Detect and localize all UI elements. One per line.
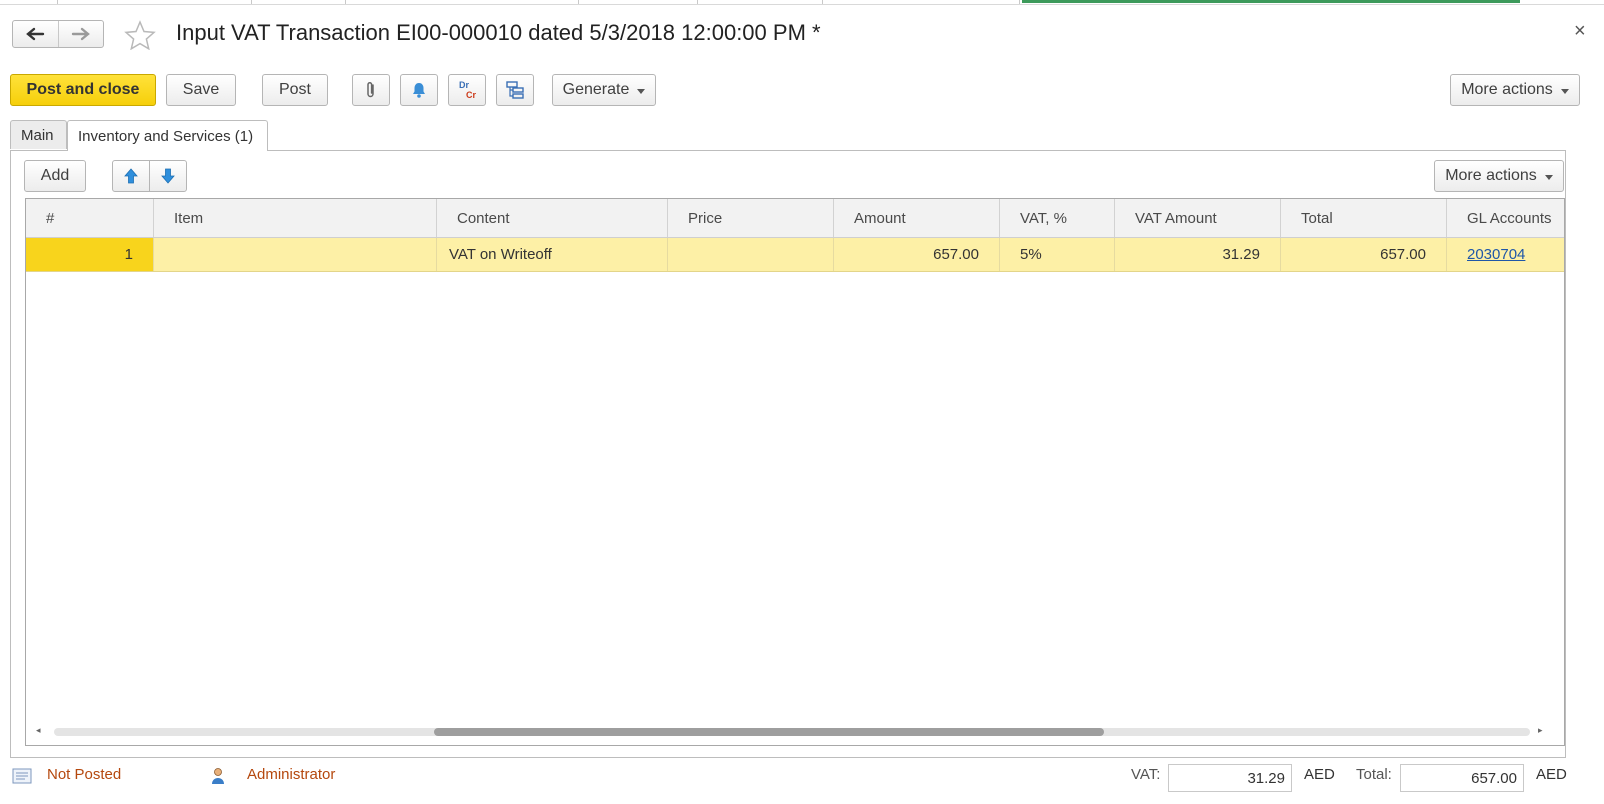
document-status-icon <box>12 768 32 784</box>
column-header-amount[interactable]: Amount <box>834 199 1000 237</box>
amount-cell[interactable]: 657.00 <box>834 238 1000 271</box>
more-actions-dropdown[interactable]: More actions <box>1450 74 1580 106</box>
price-cell[interactable] <box>668 238 834 271</box>
user-icon <box>212 768 224 784</box>
column-header-price[interactable]: Price <box>668 199 834 237</box>
horizontal-scrollbar[interactable]: ◂ ▸ <box>26 721 1564 743</box>
structure-button[interactable] <box>496 74 534 106</box>
save-button[interactable]: Save <box>166 74 236 106</box>
scroll-left-icon[interactable]: ◂ <box>36 725 41 736</box>
active-window-tab-indicator[interactable] <box>1022 0 1520 3</box>
vat-total-label: VAT: <box>1131 766 1161 783</box>
tab-main[interactable]: Main <box>10 120 67 149</box>
hierarchy-icon <box>506 81 524 99</box>
vat-rate-cell[interactable]: 5% <box>1000 238 1115 271</box>
bell-icon <box>413 83 425 98</box>
add-row-button[interactable]: Add <box>24 160 86 192</box>
column-header-content[interactable]: Content <box>437 199 668 237</box>
tab-inventory-and-services[interactable]: Inventory and Services (1) <box>67 120 268 151</box>
column-header-gl-accounts[interactable]: GL Accounts <box>1447 199 1564 237</box>
more-actions-label: More actions <box>1461 81 1553 98</box>
item-cell[interactable] <box>154 238 437 271</box>
chevron-down-icon <box>1560 88 1569 94</box>
column-header-number[interactable]: # <box>26 199 154 237</box>
row-number-cell[interactable]: 1 <box>26 238 154 271</box>
column-header-vat-amount[interactable]: VAT Amount <box>1115 199 1281 237</box>
vat-total-field: 31.29 <box>1168 764 1292 792</box>
total-currency: AED <box>1536 766 1567 783</box>
gl-account-link[interactable]: 2030704 <box>1467 246 1525 263</box>
arrow-right-icon <box>71 27 90 41</box>
chevron-down-icon <box>1544 174 1553 180</box>
column-header-item[interactable]: Item <box>154 199 437 237</box>
author-name: Administrator <box>247 766 336 783</box>
forward-button[interactable] <box>57 21 104 47</box>
inventory-table: # Item Content Price Amount VAT, % VAT A… <box>25 198 1565 746</box>
content-cell[interactable]: VAT on Writeoff <box>437 238 668 271</box>
reminder-button[interactable] <box>400 74 438 106</box>
column-header-vat-rate[interactable]: VAT, % <box>1000 199 1115 237</box>
grand-total-label: Total: <box>1356 766 1392 783</box>
cr-label: Cr <box>465 90 476 100</box>
grand-total-field: 657.00 <box>1400 764 1524 792</box>
gl-accounts-cell[interactable]: 2030704 <box>1447 238 1564 271</box>
scroll-right-icon[interactable]: ▸ <box>1538 725 1543 736</box>
back-button[interactable] <box>13 21 58 47</box>
generate-label: Generate <box>562 81 630 98</box>
arrow-left-icon <box>26 27 45 41</box>
arrow-up-icon <box>124 168 138 184</box>
post-and-close-button[interactable]: Post and close <box>10 74 156 106</box>
move-down-button[interactable] <box>149 160 187 192</box>
vat-amount-cell[interactable]: 31.29 <box>1115 238 1281 271</box>
paperclip-icon <box>367 81 374 98</box>
history-nav-group <box>12 20 104 48</box>
move-up-button[interactable] <box>112 160 150 192</box>
document-title: Input VAT Transaction EI00-000010 dated … <box>176 20 821 45</box>
post-button[interactable]: Post <box>262 74 328 106</box>
window-tab-strip <box>0 0 1604 5</box>
posting-status: Not Posted <box>47 766 122 783</box>
scrollbar-thumb[interactable] <box>434 728 1104 736</box>
attachments-button[interactable] <box>352 74 390 106</box>
favorite-star-icon[interactable] <box>124 20 156 50</box>
close-icon[interactable]: × <box>1574 20 1586 43</box>
total-cell[interactable]: 657.00 <box>1281 238 1447 271</box>
vat-currency: AED <box>1304 766 1335 783</box>
chevron-down-icon <box>637 88 646 94</box>
table-more-actions-dropdown[interactable]: More actions <box>1434 160 1564 192</box>
dr-cr-journal-button[interactable]: Dr Cr <box>448 74 486 106</box>
table-header: # Item Content Price Amount VAT, % VAT A… <box>26 199 1564 238</box>
column-header-total[interactable]: Total <box>1281 199 1447 237</box>
table-row[interactable]: 1 VAT on Writeoff 657.00 5% 31.29 657.00… <box>26 238 1564 272</box>
dr-label: Dr <box>458 80 469 90</box>
generate-dropdown[interactable]: Generate <box>552 74 656 106</box>
table-more-actions-label: More actions <box>1445 167 1537 184</box>
arrow-down-icon <box>161 168 175 184</box>
